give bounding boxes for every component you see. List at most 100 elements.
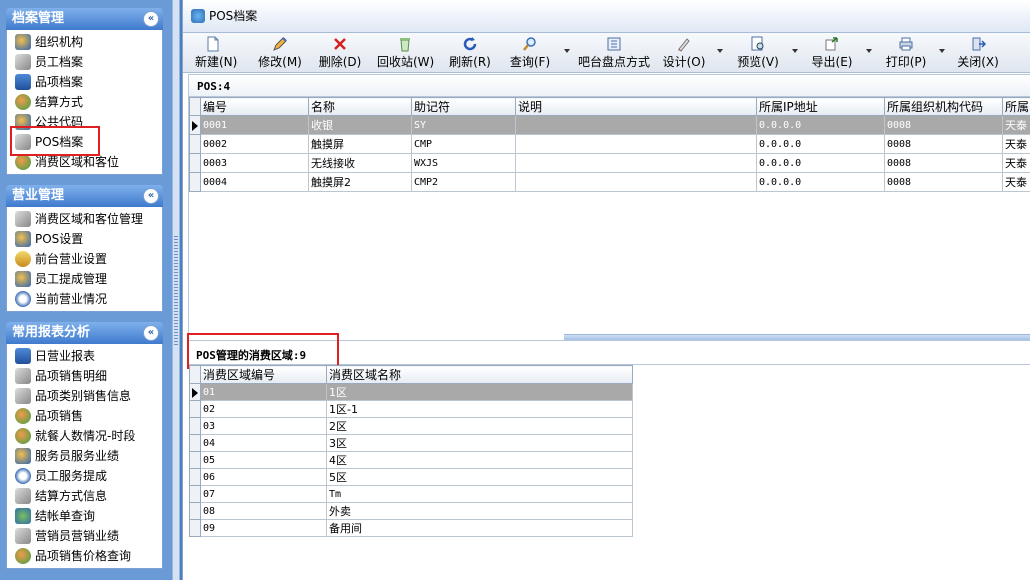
print-dropdown-icon[interactable] xyxy=(939,49,945,53)
cell-desc[interactable] xyxy=(515,153,757,173)
cell-belong[interactable]: 天泰 xyxy=(1002,115,1030,135)
cell-desc[interactable] xyxy=(515,134,757,154)
cell-area-name[interactable]: 3区 xyxy=(326,434,633,452)
col-header-area-name[interactable]: 消费区域名称 xyxy=(326,365,633,384)
export-button[interactable]: 导出(E) xyxy=(809,35,855,71)
nav-item-category[interactable]: 品项类别销售信息 xyxy=(7,386,162,406)
design-dropdown-icon[interactable] xyxy=(717,49,723,53)
nav-item-status[interactable]: 当前营业情况 xyxy=(7,289,162,309)
table-row[interactable]: 04 3区 xyxy=(189,434,633,452)
col-header-name[interactable]: 名称 xyxy=(308,97,412,116)
table-row[interactable]: 09 备用间 xyxy=(189,519,633,537)
cell-id[interactable]: 0003 xyxy=(200,153,309,173)
nav-item-marketer[interactable]: 营销员营销业绩 xyxy=(7,526,162,546)
cell-id[interactable]: 0001 xyxy=(200,115,309,135)
table-row[interactable]: 03 2区 xyxy=(189,417,633,435)
collapse-icon[interactable]: « xyxy=(143,188,159,204)
cell-area-name[interactable]: 5区 xyxy=(326,468,633,486)
cell-area-name[interactable]: 2区 xyxy=(326,417,633,435)
nav-item-price-query[interactable]: 品项销售价格查询 xyxy=(7,546,162,566)
nav-item-item-sales[interactable]: 品项销售 xyxy=(7,406,162,426)
table-row[interactable]: 07 Tm xyxy=(189,485,633,503)
cell-area-id[interactable]: 08 xyxy=(200,502,327,520)
bar-count-button[interactable]: 吧台盘点方式 xyxy=(576,35,652,71)
col-header-org[interactable]: 所属组织机构代码 xyxy=(884,97,1003,116)
cell-org[interactable]: 0008 xyxy=(884,153,1003,173)
edit-button[interactable]: 修改(M) xyxy=(257,35,303,71)
nav-item-settlement-info[interactable]: 结算方式信息 xyxy=(7,486,162,506)
col-header-belong[interactable]: 所属 xyxy=(1002,97,1030,116)
new-button[interactable]: 新建(N) xyxy=(195,35,237,71)
cell-area-id[interactable]: 01 xyxy=(200,383,327,401)
cell-name[interactable]: 收银 xyxy=(308,115,412,135)
cell-area-name[interactable]: Tm xyxy=(326,485,633,503)
table-row[interactable]: 08 外卖 xyxy=(189,502,633,520)
nav-item-daily-report[interactable]: 日营业报表 xyxy=(7,346,162,366)
cell-area-id[interactable]: 07 xyxy=(200,485,327,503)
cell-id[interactable]: 0002 xyxy=(200,134,309,154)
table-row[interactable]: 06 5区 xyxy=(189,468,633,486)
nav-item-staff-commission[interactable]: 员工服务提成 xyxy=(7,466,162,486)
design-button[interactable]: 设计(O) xyxy=(661,35,707,71)
cell-area-id[interactable]: 04 xyxy=(200,434,327,452)
collapse-icon[interactable]: « xyxy=(143,325,159,341)
nav-item-commission[interactable]: 员工提成管理 xyxy=(7,269,162,289)
table-row[interactable]: 01 1区 xyxy=(189,383,633,401)
cell-area-id[interactable]: 09 xyxy=(200,519,327,537)
col-header-desc[interactable]: 说明 xyxy=(515,97,757,116)
table-row[interactable]: 0003 无线接收 WXJS 0.0.0.0 0008 天泰 xyxy=(189,153,1030,173)
cell-name[interactable]: 触摸屏2 xyxy=(308,172,412,192)
cell-belong[interactable]: 天泰 xyxy=(1002,134,1030,154)
cell-area-id[interactable]: 06 xyxy=(200,468,327,486)
recycle-button[interactable]: 回收站(W) xyxy=(377,35,434,71)
cell-name[interactable]: 无线接收 xyxy=(308,153,412,173)
cell-code[interactable]: CMP xyxy=(411,134,516,154)
query-button[interactable]: 查询(F) xyxy=(507,35,553,71)
nav-section-header[interactable]: 档案管理 « xyxy=(6,8,163,30)
query-dropdown-icon[interactable] xyxy=(564,49,570,53)
nav-item-org[interactable]: 组织机构 xyxy=(7,32,162,52)
preview-button[interactable]: 预览(V) xyxy=(735,35,781,71)
cell-org[interactable]: 0008 xyxy=(884,172,1003,192)
cell-desc[interactable] xyxy=(515,115,757,135)
cell-area-id[interactable]: 02 xyxy=(200,400,327,418)
export-dropdown-icon[interactable] xyxy=(866,49,872,53)
cell-desc[interactable] xyxy=(515,172,757,192)
nav-item-waiter[interactable]: 服务员服务业绩 xyxy=(7,446,162,466)
table-row[interactable]: 05 4区 xyxy=(189,451,633,469)
close-button[interactable]: 关闭(X) xyxy=(955,35,1001,71)
table-row[interactable]: 0001 收银 SY 0.0.0.0 0008 天泰 xyxy=(189,115,1030,135)
cell-area-name[interactable]: 1区-1 xyxy=(326,400,633,418)
cell-org[interactable]: 0008 xyxy=(884,134,1003,154)
nav-item-diners[interactable]: 就餐人数情况-时段 xyxy=(7,426,162,446)
cell-area-id[interactable]: 03 xyxy=(200,417,327,435)
nav-section-header[interactable]: 营业管理 « xyxy=(6,185,163,207)
table-row[interactable]: 0004 触摸屏2 CMP2 0.0.0.0 0008 天泰 xyxy=(189,172,1030,192)
splitter-grip[interactable] xyxy=(174,236,178,346)
nav-item-frontdesk[interactable]: 前台营业设置 xyxy=(7,249,162,269)
cell-belong[interactable]: 天泰 xyxy=(1002,172,1030,192)
col-header-code[interactable]: 助记符 xyxy=(411,97,516,116)
nav-item-sales-detail[interactable]: 品项销售明细 xyxy=(7,366,162,386)
cell-area-name[interactable]: 1区 xyxy=(326,383,633,401)
cell-ip[interactable]: 0.0.0.0 xyxy=(756,134,885,154)
col-header-id[interactable]: 编号 xyxy=(200,97,309,116)
scrollbar-thumb[interactable] xyxy=(564,335,1030,340)
cell-code[interactable]: SY xyxy=(411,115,516,135)
cell-code[interactable]: WXJS xyxy=(411,153,516,173)
cell-org[interactable]: 0008 xyxy=(884,115,1003,135)
cell-area-id[interactable]: 05 xyxy=(200,451,327,469)
cell-code[interactable]: CMP2 xyxy=(411,172,516,192)
col-header-area-id[interactable]: 消费区域编号 xyxy=(200,365,327,384)
cell-ip[interactable]: 0.0.0.0 xyxy=(756,153,885,173)
cell-name[interactable]: 触摸屏 xyxy=(308,134,412,154)
nav-section-header[interactable]: 常用报表分析 « xyxy=(6,322,163,344)
col-header-ip[interactable]: 所属IP地址 xyxy=(756,97,885,116)
nav-item-staff[interactable]: 员工档案 xyxy=(7,52,162,72)
cell-belong[interactable]: 天泰 xyxy=(1002,153,1030,173)
nav-item-item[interactable]: 品项档案 xyxy=(7,72,162,92)
horizontal-scrollbar[interactable] xyxy=(564,334,1030,340)
delete-button[interactable]: 删除(D) xyxy=(317,35,363,71)
cell-ip[interactable]: 0.0.0.0 xyxy=(756,172,885,192)
pane-splitter[interactable] xyxy=(172,0,180,580)
